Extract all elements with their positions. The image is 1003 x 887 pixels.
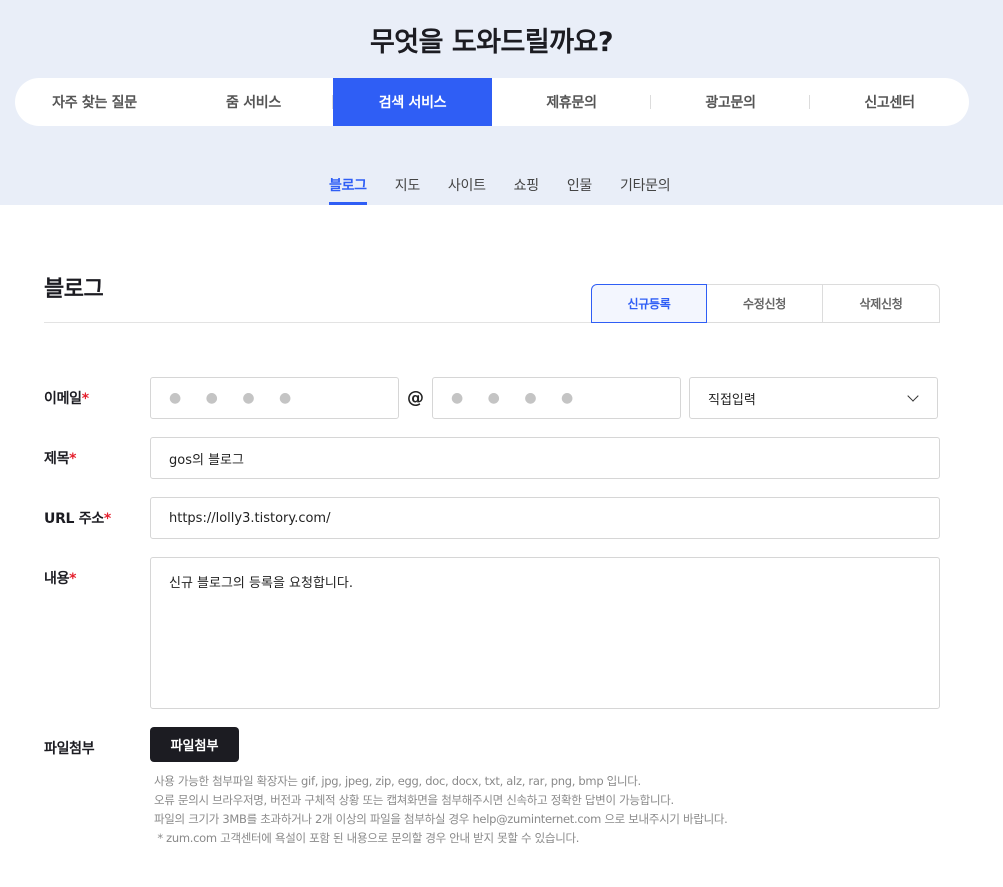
required-mark: *	[81, 391, 89, 407]
content-label: 내용*	[44, 568, 77, 588]
note-line: 오류 문의시 브라우저명, 버전과 구체적 상황 또는 캡쳐화면을 첨부해주시면…	[154, 793, 674, 807]
tab-faq[interactable]: 자주 찾는 질문	[15, 78, 174, 126]
attach-file-button[interactable]: 파일첨부	[150, 727, 239, 762]
url-value: https://lolly3.tistory.com/	[169, 510, 331, 526]
tab-search-service[interactable]: 검색 서비스	[333, 78, 492, 126]
note-line: * zum.com 고객센터에 욕설이 포함 된 내용으로 문의할 경우 안내 …	[154, 831, 580, 845]
sub-tab-map[interactable]: 지도	[395, 168, 420, 205]
email-local-input[interactable]: ● ● ● ●	[150, 377, 399, 419]
attachment-label: 파일첨부	[44, 741, 95, 757]
sub-tab-shopping[interactable]: 쇼핑	[514, 168, 539, 205]
title-label-text: 제목	[44, 451, 70, 467]
sub-tab-other[interactable]: 기타문의	[620, 168, 671, 205]
tab-report-center[interactable]: 신고센터	[810, 78, 969, 126]
tab-modify-request[interactable]: 수정신청	[707, 284, 823, 323]
sub-tab-site[interactable]: 사이트	[448, 168, 486, 205]
content-label-text: 내용	[44, 571, 70, 587]
at-sign: @	[407, 388, 424, 408]
content-value: 신규 블로그의 등록을 요청합니다.	[169, 576, 353, 591]
main-tab-bar: 자주 찾는 질문 줌 서비스 검색 서비스 제휴문의 광고문의 신고센터	[15, 78, 969, 126]
tab-advertising[interactable]: 광고문의	[651, 78, 810, 126]
url-label: URL 주소*	[44, 508, 111, 528]
note-line: 사용 가능한 첨부파일 확장자는 gif, jpg, jpeg, zip, eg…	[154, 774, 641, 788]
note-line: 파일의 크기가 3MB를 초과하거나 2개 이상의 파일을 첨부하실 경우 he…	[154, 812, 728, 826]
tab-new-registration[interactable]: 신규등록	[591, 284, 707, 323]
title-label: 제목*	[44, 448, 77, 468]
chevron-down-icon	[907, 390, 919, 402]
tab-zum-service[interactable]: 줌 서비스	[174, 78, 333, 126]
email-domain-input[interactable]: ● ● ● ●	[432, 377, 681, 419]
email-domain-value: ● ● ● ●	[451, 390, 584, 406]
title-input[interactable]: gos의 블로그	[150, 437, 940, 479]
email-domain-select-value: 직접입력	[708, 392, 756, 408]
sub-tab-bar: 블로그 지도 사이트 쇼핑 인물 기타문의	[329, 168, 698, 205]
required-mark: *	[103, 511, 111, 527]
request-type-tabs: 신규등록 수정신청 삭제신청	[591, 284, 940, 323]
title-value: gos의 블로그	[169, 452, 244, 468]
url-input[interactable]: https://lolly3.tistory.com/	[150, 497, 940, 539]
sub-tab-blog[interactable]: 블로그	[329, 168, 367, 205]
email-label-text: 이메일	[44, 391, 82, 407]
required-mark: *	[69, 571, 77, 587]
page-title: 무엇을 도와드릴까요?	[369, 27, 614, 58]
email-domain-select[interactable]: 직접입력	[689, 377, 938, 419]
url-label-text: URL 주소	[44, 511, 104, 527]
tab-partnership[interactable]: 제휴문의	[492, 78, 651, 126]
sub-tab-person[interactable]: 인물	[567, 168, 592, 205]
attachment-notes: 사용 가능한 첨부파일 확장자는 gif, jpg, jpeg, zip, eg…	[154, 772, 728, 848]
hero-section: 무엇을 도와드릴까요? 자주 찾는 질문 줌 서비스 검색 서비스 제휴문의 광…	[0, 0, 1003, 205]
section-title: 블로그	[44, 277, 104, 302]
tab-delete-request[interactable]: 삭제신청	[823, 284, 940, 323]
email-local-value: ● ● ● ●	[169, 390, 302, 406]
email-label: 이메일*	[44, 388, 89, 408]
content-textarea[interactable]: 신규 블로그의 등록을 요청합니다.	[150, 557, 940, 709]
required-mark: *	[69, 451, 77, 467]
